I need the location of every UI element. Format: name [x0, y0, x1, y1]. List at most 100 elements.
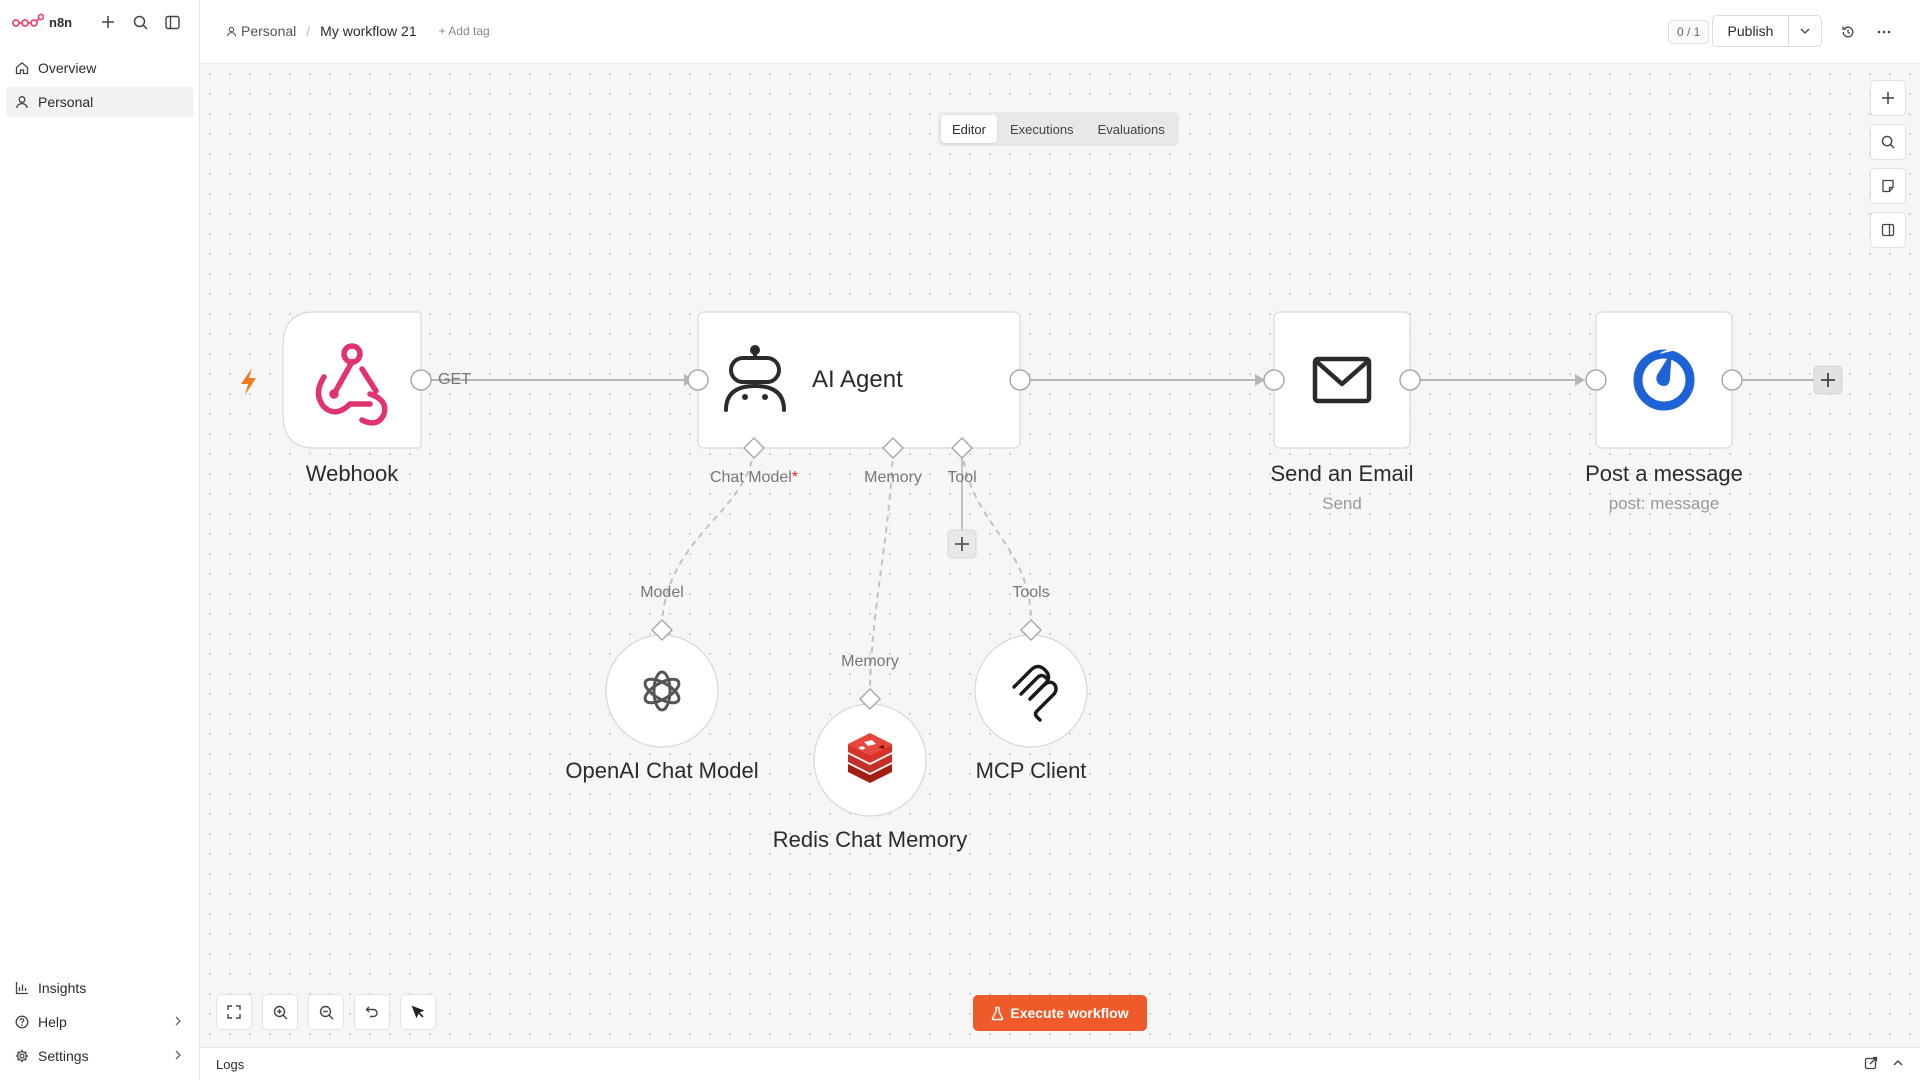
- node-openai-chat-model[interactable]: [605, 618, 719, 748]
- app-name: n8n: [49, 14, 73, 30]
- main-area: Personal / My workflow 21 + Add tag 0 / …: [200, 0, 1920, 1080]
- zoom-out-icon: [319, 1005, 333, 1019]
- help-icon: [15, 1015, 29, 1029]
- logs-panel-bar[interactable]: Logs: [200, 1047, 1920, 1080]
- sidebar-item-label: Overview: [38, 60, 97, 76]
- logs-label: Logs: [216, 1057, 245, 1072]
- breadcrumb: Personal / My workflow 21 + Add tag: [226, 23, 490, 39]
- post-node-subtitle: post: message: [1608, 494, 1720, 513]
- plus-icon: [1882, 92, 1894, 104]
- sidebar-item-label: Insights: [38, 980, 87, 996]
- undo-button[interactable]: [354, 994, 390, 1030]
- workflow-canvas[interactable]: Editor Executions Evaluations GET Webhoo…: [200, 64, 1920, 1047]
- search-button[interactable]: [126, 10, 154, 34]
- publish-button-group: Publish: [1712, 15, 1822, 47]
- zoom-out-button[interactable]: [308, 994, 344, 1030]
- chevron-down-icon: [1800, 28, 1810, 34]
- panel-right-icon: [1881, 223, 1895, 237]
- sticky-note-button[interactable]: [1870, 168, 1906, 204]
- redis-port-label: Memory: [841, 653, 899, 670]
- sidebar-item-overview[interactable]: Overview: [6, 53, 194, 83]
- search-nodes-button[interactable]: [1870, 124, 1906, 160]
- openai-port-label: Model: [640, 584, 684, 601]
- sidebar-item-help[interactable]: Help: [6, 1007, 194, 1037]
- breadcrumb-separator: /: [306, 23, 311, 39]
- workflow-graph: [241, 311, 1843, 817]
- sidebar-item-insights[interactable]: Insights: [6, 973, 194, 1003]
- sidebar-item-label: Help: [38, 1014, 67, 1030]
- add-tool-button[interactable]: [947, 529, 977, 559]
- post-node-title: Post a message: [1585, 461, 1743, 486]
- webhook-output-port[interactable]: [410, 369, 432, 391]
- openai-node-title: OpenAI Chat Model: [565, 758, 759, 783]
- undo-icon: [365, 1006, 378, 1018]
- arrow-icon: [1575, 374, 1585, 386]
- sidebar-item-personal[interactable]: Personal: [6, 87, 194, 117]
- mcp-port-label: Tools: [1012, 584, 1050, 601]
- logo[interactable]: n8n: [12, 10, 192, 34]
- sidebar: n8n Overview Personal Insights Help Sett…: [0, 0, 200, 1080]
- fit-view-button[interactable]: [216, 994, 252, 1030]
- node-post-message[interactable]: [1585, 311, 1743, 449]
- canvas-right-toolbar: [1870, 80, 1906, 248]
- user-icon: [226, 26, 237, 36]
- agent-node-title: AI Agent: [812, 366, 903, 393]
- search-icon: [133, 15, 148, 30]
- sidebar-item-settings[interactable]: Settings: [6, 1041, 194, 1071]
- home-icon: [15, 61, 29, 75]
- agent-tool-label: Tool: [947, 469, 977, 486]
- plus-icon: [102, 16, 114, 28]
- search-icon: [1881, 135, 1895, 149]
- chevron-up-icon[interactable]: [1892, 1056, 1904, 1070]
- post-output-port[interactable]: [1721, 369, 1743, 391]
- header: Personal / My workflow 21 + Add tag 0 / …: [200, 0, 1920, 64]
- sidebar-item-label: Settings: [38, 1048, 89, 1064]
- bar-chart-icon: [15, 982, 28, 995]
- canvas-zoom-toolbar: [216, 994, 436, 1030]
- node-send-email[interactable]: [1263, 311, 1421, 449]
- zoom-in-button[interactable]: [262, 994, 298, 1030]
- fit-view-icon: [227, 1005, 241, 1019]
- create-button[interactable]: [94, 10, 122, 34]
- node-redis-chat-memory[interactable]: [813, 687, 927, 817]
- zoom-in-icon: [273, 1005, 287, 1019]
- publish-dropdown-button[interactable]: [1789, 16, 1821, 46]
- execute-workflow-button[interactable]: Execute workflow: [973, 995, 1147, 1031]
- chevron-right-icon: [175, 1050, 181, 1060]
- agent-chat-model-label: Chat Model*: [709, 469, 799, 486]
- breadcrumb-project[interactable]: Personal: [226, 23, 296, 39]
- webhook-output-label: GET: [438, 371, 471, 388]
- webhook-node-title: Webhook: [305, 461, 399, 486]
- chevron-right-icon: [175, 1016, 181, 1026]
- agent-memory-label: Memory: [864, 469, 922, 486]
- n8n-logo-icon: [12, 13, 44, 27]
- add-tag-link[interactable]: + Add tag: [439, 24, 490, 38]
- pointer-mode-button[interactable]: [400, 994, 436, 1030]
- node-mcp-client[interactable]: [974, 618, 1088, 748]
- post-input-port[interactable]: [1585, 369, 1607, 391]
- node-webhook[interactable]: [282, 311, 432, 449]
- email-output-port[interactable]: [1399, 369, 1421, 391]
- email-input-port[interactable]: [1263, 369, 1285, 391]
- mcp-node-title: MCP Client: [975, 758, 1087, 783]
- sticky-note-icon: [1882, 179, 1894, 193]
- add-next-node-button[interactable]: [1813, 365, 1843, 395]
- sidebar-item-label: Personal: [38, 94, 94, 110]
- redis-node-title: Redis Chat Memory: [772, 827, 968, 852]
- add-node-button[interactable]: [1870, 80, 1906, 116]
- cursor-icon: [411, 1005, 425, 1019]
- toggle-panel-button[interactable]: [1870, 212, 1906, 248]
- history-icon: [1842, 26, 1854, 38]
- publish-button[interactable]: Publish: [1713, 16, 1789, 46]
- trigger-bolt-icon: [241, 368, 256, 395]
- agent-input-port[interactable]: [687, 369, 709, 391]
- collapse-sidebar-button[interactable]: [158, 10, 186, 34]
- pop-out-icon[interactable]: [1864, 1056, 1878, 1070]
- gear-icon: [15, 1049, 29, 1063]
- workflow-name[interactable]: My workflow 21: [320, 23, 416, 39]
- active-counter-badge: 0 / 1: [1668, 20, 1710, 44]
- sidebar-toggle-icon: [164, 15, 180, 29]
- more-options-button[interactable]: [1872, 20, 1896, 44]
- history-button[interactable]: [1836, 20, 1860, 44]
- agent-output-port[interactable]: [1009, 369, 1031, 391]
